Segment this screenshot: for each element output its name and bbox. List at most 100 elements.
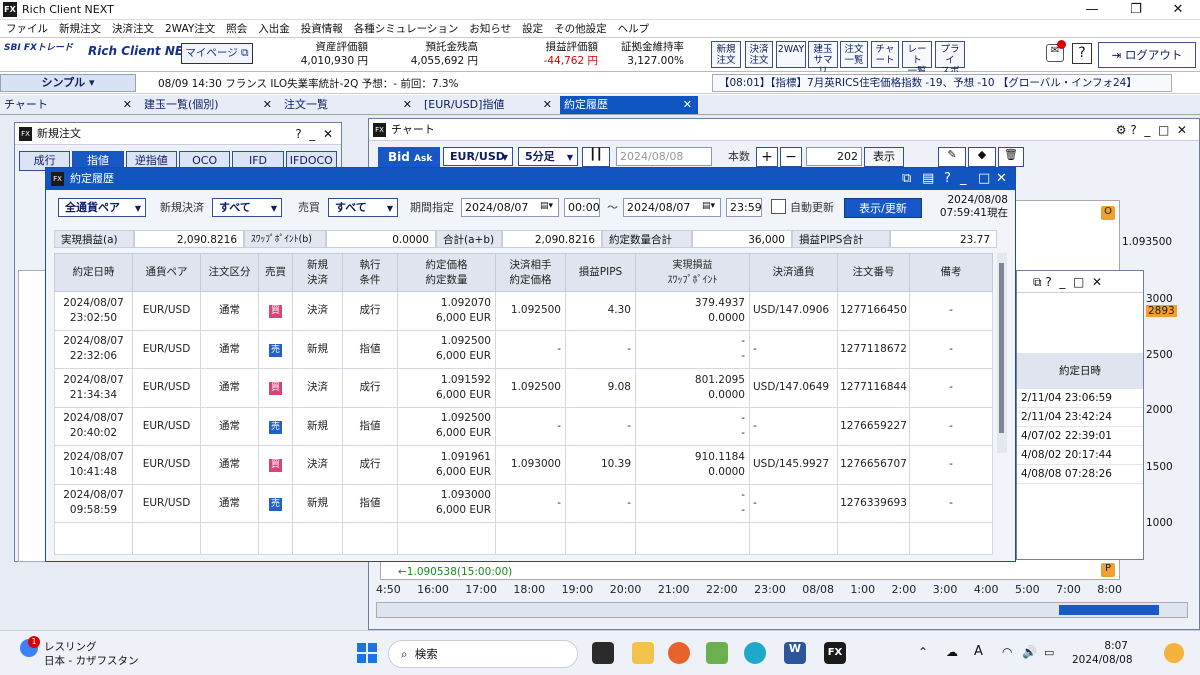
taskbar-search[interactable]: ⌕ 検索 [388, 640, 578, 668]
wifi-icon[interactable]: ◠ [1002, 645, 1012, 659]
history-scrollbar[interactable] [997, 253, 1007, 453]
chart-window-controls[interactable]: ⚙ ? _ □ ✕ [1116, 119, 1187, 141]
quick-nav-button[interactable]: 決済 注文 [745, 41, 773, 68]
history-export-icon[interactable]: ▤ [922, 168, 934, 190]
tab-limit[interactable]: [EUR/USD]指値 ✕ [420, 96, 558, 114]
draw-pen-icon[interactable]: ✎ [938, 147, 966, 167]
file-explorer-icon[interactable] [632, 642, 654, 664]
app-icon[interactable] [706, 642, 728, 664]
menu-item[interactable]: 入出金 [258, 21, 290, 36]
table-row[interactable]: 2024/08/07 22:32:06 EUR/USD 通常売新規 指値 1.092500… [54, 329, 993, 369]
mypage-button[interactable]: マイページ ⧉ [181, 43, 253, 64]
table-row[interactable]: 2024/08/07 20:40:02 EUR/USD 通常売新規 指値 1.092500… [54, 406, 993, 446]
help-icon[interactable]: ? [1072, 43, 1092, 64]
cell-side: 買 [258, 445, 293, 485]
count-minus-button[interactable]: − [780, 147, 802, 167]
tray-chevron-icon[interactable]: ⌃ [918, 645, 928, 659]
table-row[interactable]: 2024/08/07 23:02:50 EUR/USD 通常買決済 成行 1.092070… [54, 291, 993, 331]
task-view-icon[interactable] [592, 642, 614, 664]
menu-item[interactable]: ファイル [6, 21, 48, 36]
bg-list-controls[interactable]: ⧉ ? _ □ ✕ [1017, 271, 1143, 293]
count-plus-button[interactable]: + [756, 147, 778, 167]
quick-nav-button[interactable]: プライ スボ [935, 41, 965, 77]
minimize-icon[interactable]: — [1070, 1, 1114, 19]
news-ticker[interactable]: 【08:01】【指標】7月英RICS住宅価格指数 -19、予想 -10 【グロー… [712, 74, 1172, 92]
chart-scrollbar[interactable] [376, 602, 1188, 618]
history-close-icon[interactable]: ✕ [996, 168, 1007, 190]
side-select[interactable]: すべて [328, 198, 398, 217]
history-maximize-icon[interactable]: □ [978, 168, 990, 190]
to-calendar-icon[interactable]: ▤▾ [702, 201, 715, 211]
cell-new-close: 新規 [292, 406, 343, 446]
from-time-input[interactable]: 00:00 [564, 198, 600, 217]
table-row[interactable]: 2024/08/07 10:41:48 EUR/USD 通常買決済 成行 1.091961… [54, 445, 993, 485]
clock[interactable]: 8:07 2024/08/08 [1072, 639, 1133, 667]
firefox-icon[interactable] [668, 642, 690, 664]
close-icon[interactable]: ✕ [1156, 1, 1200, 19]
tab-history[interactable]: 約定履歴 ✕ [560, 96, 698, 114]
ime-indicator[interactable]: A [974, 644, 983, 659]
bg-list-row[interactable]: 4/07/02 22:39:01 [1017, 427, 1143, 446]
word-icon[interactable]: W [784, 642, 806, 664]
logout-button[interactable]: ⇥ ログアウト [1098, 42, 1196, 68]
eraser-icon[interactable]: ◆ [968, 147, 996, 167]
bg-list-row[interactable]: 4/08/02 20:17:44 [1017, 446, 1143, 465]
quick-nav-button[interactable]: チャ ート [871, 41, 899, 68]
bg-list-row[interactable]: 4/08/08 07:28:26 [1017, 465, 1143, 484]
tab-positions[interactable]: 建玉一覧(個別) ✕ [140, 96, 278, 114]
menu-item[interactable]: 2WAY注文 [165, 21, 215, 36]
copilot-icon[interactable] [1164, 643, 1184, 663]
menu-item[interactable]: お知らせ [469, 21, 511, 36]
pair-filter-select[interactable]: 全通貨ペア [58, 198, 146, 217]
maximize-icon[interactable]: ❐ [1114, 1, 1158, 19]
account-stat: 預託金残高 4,055,692 円 [410, 40, 478, 68]
bid-ask-toggle[interactable]: Bid Ask [378, 147, 440, 167]
quick-nav-button[interactable]: 注文 一覧 [840, 41, 868, 68]
display-mode-select[interactable]: シンプル ▾ [0, 74, 136, 92]
tab-orders[interactable]: 注文一覧 ✕ [280, 96, 418, 114]
weather-widget[interactable]: レスリング 日本 - カザフスタン [44, 640, 138, 668]
menu-item[interactable]: 投資情報 [301, 21, 343, 36]
from-calendar-icon[interactable]: ▤▾ [540, 201, 553, 211]
logout-icon: ⇥ [1111, 48, 1122, 62]
history-help-icon[interactable]: ? [944, 168, 951, 190]
cell-note: - [909, 445, 993, 485]
edge-icon[interactable] [744, 642, 766, 664]
chart-show-button[interactable]: 表示 [864, 147, 904, 167]
quick-nav-button[interactable]: レート 一覧 [902, 41, 932, 77]
menu-item[interactable]: 照会 [226, 21, 247, 36]
refresh-button[interactable]: 表示/更新 [844, 198, 922, 218]
to-time-input[interactable]: 23:59 [726, 198, 762, 217]
cloud-icon[interactable]: ☁ [946, 645, 958, 659]
chart-pair-select[interactable]: EUR/USD [443, 147, 513, 166]
bg-list-row[interactable]: 2/11/04 23:06:59 [1017, 389, 1143, 408]
menu-item[interactable]: 決済注文 [112, 21, 154, 36]
trash-icon[interactable]: 🗑 [998, 147, 1024, 167]
volume-icon[interactable]: 🔊 [1022, 645, 1037, 659]
candle-type-icon[interactable]: ┃┃ [582, 147, 610, 167]
menu-item[interactable]: ヘルプ [618, 21, 650, 36]
history-link-icon[interactable]: ⧉ [902, 168, 911, 190]
count-input[interactable]: 202 [806, 147, 862, 166]
menu-item[interactable]: 新規注文 [59, 21, 101, 36]
auto-update-checkbox[interactable] [771, 199, 786, 214]
chart-timeframe-select[interactable]: 5分足 [518, 147, 578, 166]
bg-list-row[interactable]: 2/11/04 23:42:24 [1017, 408, 1143, 427]
quick-nav-button[interactable]: 新規 注文 [711, 41, 741, 68]
menu-item[interactable]: 設定 [522, 21, 543, 36]
menu-item[interactable]: 各種シミュレーション [354, 21, 459, 36]
tab-chart[interactable]: チャート ✕ [0, 96, 138, 114]
bg-list-window: ⧉ ? _ □ ✕ 約定日時 2/11/04 23:06:59 2/11/04 2… [1016, 270, 1144, 560]
chart-date-input[interactable]: 2024/08/08 [616, 147, 712, 166]
quick-nav-button[interactable]: 2WAY [776, 41, 806, 68]
menu-item[interactable]: その他設定 [554, 21, 607, 36]
start-icon[interactable] [357, 643, 377, 663]
quick-nav-button[interactable]: 建玉 サマリ [808, 41, 838, 77]
table-row[interactable]: 2024/08/07 21:34:34 EUR/USD 通常買決済 成行 1.091592… [54, 368, 993, 408]
fx-app-icon[interactable]: FX [824, 642, 846, 664]
history-minimize-icon[interactable]: _ [960, 168, 967, 190]
new-close-select[interactable]: すべて [212, 198, 282, 217]
battery-icon[interactable]: ▭ [1044, 646, 1054, 659]
new-order-controls[interactable]: ? _ ✕ [295, 123, 333, 145]
table-row[interactable]: 2024/08/07 09:58:59 EUR/USD 通常売新規 指値 1.093000… [54, 483, 993, 523]
